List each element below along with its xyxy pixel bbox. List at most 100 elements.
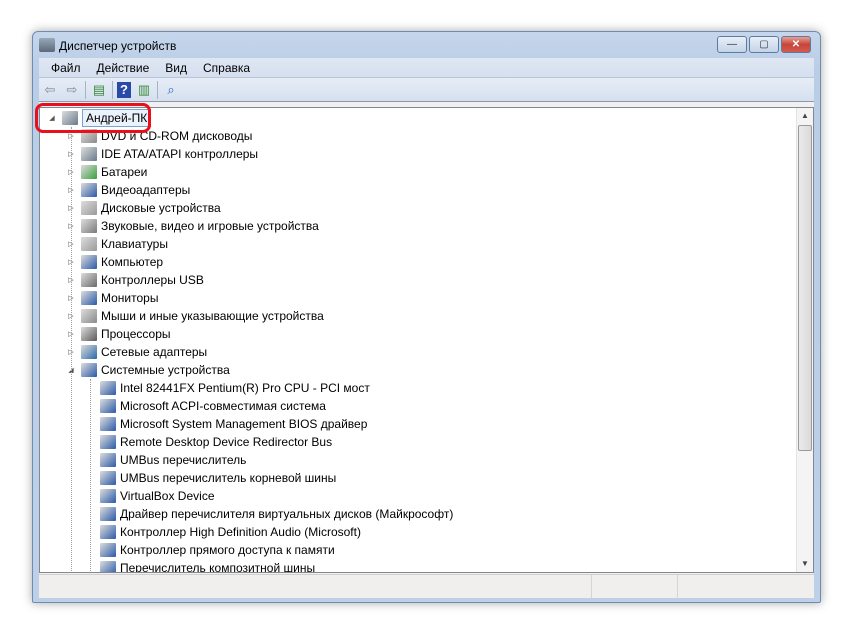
tree-item-label: UMBus перечислитель [120, 453, 247, 467]
ide-controller-icon [81, 147, 97, 161]
back-icon[interactable]: ⇦ [41, 82, 59, 98]
tree-item[interactable]: Контроллер High Definition Audio (Micros… [100, 523, 361, 541]
menu-bar: Файл Действие Вид Справка [39, 58, 814, 78]
tree-item[interactable]: Intel 82441FX Pentium(R) Pro CPU - PCI м… [100, 379, 370, 397]
tree-item-label: UMBus перечислитель корневой шины [120, 471, 337, 485]
tree-item-label: Дисковые устройства [101, 201, 221, 215]
tree-item[interactable]: UMBus перечислитель [100, 451, 246, 469]
tree-item-label: Intel 82441FX Pentium(R) Pro CPU - PCI м… [120, 381, 370, 395]
window-title: Диспетчер устройств [59, 39, 177, 53]
tree-item-label: IDE ATA/ATAPI контроллеры [101, 147, 259, 161]
scan-hardware-icon[interactable]: ⌕ [162, 82, 180, 98]
monitor-icon [81, 291, 97, 305]
toolbar-separator [112, 80, 113, 99]
system-device-icon [100, 471, 116, 485]
tree-item-label: Батареи [101, 165, 148, 179]
disk-drive-icon [81, 201, 97, 215]
forward-icon[interactable]: ⇨ [63, 82, 81, 98]
tree-item-label: Microsoft ACPI-совместимая система [120, 399, 326, 413]
system-device-icon [100, 399, 116, 413]
tree-item[interactable]: ▷ Мониторы [67, 289, 158, 307]
device-tree: ▲ ▼ ◢ Андрей-ПК ▷ DVD и CD-ROM дисководы ▷ ID… [39, 107, 814, 573]
minimize-button[interactable]: — [717, 36, 747, 53]
tree-item-label: Microsoft System Management BIOS драйвер [120, 417, 368, 431]
highlight-annotation [35, 103, 151, 133]
tree-item-label: Мониторы [101, 291, 159, 305]
network-adapter-icon [81, 345, 97, 359]
system-device-icon [81, 363, 97, 377]
tree-item[interactable]: ▷ Клавиатуры [67, 235, 168, 253]
tree-item[interactable]: ▷ Сетевые адаптеры [67, 343, 207, 361]
tree-item[interactable]: Microsoft System Management BIOS драйвер [100, 415, 367, 433]
tree-item[interactable]: ▷ Звуковые, видео и игровые устройства [67, 217, 319, 235]
scrollbar-thumb[interactable] [798, 125, 812, 451]
menu-item[interactable]: Файл [43, 61, 89, 75]
tree-item-label: Компьютер [101, 255, 164, 269]
tree-line [90, 379, 91, 572]
sound-icon [81, 219, 97, 233]
tree-item-label: Системные устройства [101, 363, 230, 377]
system-device-icon [100, 417, 116, 431]
tree-line [71, 127, 72, 572]
system-device-icon [100, 561, 116, 572]
scroll-down-arrow[interactable]: ▼ [797, 556, 813, 572]
menu-item[interactable]: Действие [89, 61, 158, 75]
tree-item-label: Контроллер прямого доступа к памяти [120, 543, 335, 557]
tree-item-label: Мыши и иные указывающие устройства [101, 309, 324, 323]
tree-item[interactable]: ▷ Видеоадаптеры [67, 181, 190, 199]
usb-icon [81, 273, 97, 287]
tree-item-label: VirtualBox Device [120, 489, 215, 503]
system-device-icon [100, 453, 116, 467]
tree-item[interactable]: ▷ Мыши и иные указывающие устройства [67, 307, 324, 325]
tree-item[interactable]: Microsoft ACPI-совместимая система [100, 397, 326, 415]
tree-item-label: Видеоадаптеры [101, 183, 191, 197]
menu-item[interactable]: Справка [195, 61, 258, 75]
computer-icon [81, 255, 97, 269]
help-icon[interactable]: ? [117, 81, 131, 98]
processor-icon [81, 327, 97, 341]
maximize-button[interactable]: ▢ [749, 36, 779, 53]
close-button[interactable]: ✕ [781, 36, 811, 53]
vertical-scrollbar[interactable]: ▲ ▼ [796, 108, 813, 572]
system-device-icon [100, 543, 116, 557]
status-bar [39, 574, 814, 598]
system-device-icon [100, 525, 116, 539]
keyboard-icon [81, 237, 97, 251]
tree-item-label: Драйвер перечислителя виртуальных дисков… [120, 507, 454, 521]
system-device-icon [100, 507, 116, 521]
tree-item[interactable]: Remote Desktop Device Redirector Bus [100, 433, 332, 451]
tree-item[interactable]: ▷ Компьютер [67, 253, 163, 271]
toolbar-separator [157, 80, 158, 99]
tree-item-label: Контроллеры USB [101, 273, 204, 287]
system-device-icon [100, 435, 116, 449]
tree-item-label: Перечислитель композитной шины [120, 561, 316, 573]
tree-item[interactable]: UMBus перечислитель корневой шины [100, 469, 336, 487]
tree-item[interactable]: ▷ Контроллеры USB [67, 271, 204, 289]
show-hide-icon[interactable]: ▥ [135, 82, 153, 98]
system-device-icon [100, 381, 116, 395]
tree-item[interactable]: ▷ IDE ATA/ATAPI контроллеры [67, 145, 258, 163]
tree-item[interactable]: ◢ Системные устройства [67, 361, 230, 379]
tree-item-label: Сетевые адаптеры [101, 345, 208, 359]
scroll-up-arrow[interactable]: ▲ [797, 108, 813, 124]
menu-item[interactable]: Вид [157, 61, 195, 75]
tree-item-label: Процессоры [101, 327, 171, 341]
tree-item[interactable]: ▷ Процессоры [67, 325, 171, 343]
tree-item[interactable]: Контроллер прямого доступа к памяти [100, 541, 335, 559]
mouse-icon [81, 309, 97, 323]
tree-item[interactable]: VirtualBox Device [100, 487, 215, 505]
display-adapter-icon [81, 183, 97, 197]
tree-item-label: Контроллер High Definition Audio (Micros… [120, 525, 361, 539]
tree-item[interactable]: Перечислитель композитной шины [100, 559, 316, 573]
properties-icon[interactable]: ▤ [90, 82, 108, 98]
toolbar: ⇦ ⇨ ▤ ? ▥ ⌕ [39, 78, 814, 102]
device-manager-icon [39, 38, 55, 52]
tree-item[interactable]: ▷ Дисковые устройства [67, 199, 221, 217]
tree-item[interactable]: ▷ Батареи [67, 163, 147, 181]
tree-item-label: Клавиатуры [101, 237, 168, 251]
battery-icon [81, 165, 97, 179]
toolbar-separator [85, 80, 86, 99]
system-device-icon [100, 489, 116, 503]
tree-item-label: Remote Desktop Device Redirector Bus [120, 435, 333, 449]
tree-item[interactable]: Драйвер перечислителя виртуальных дисков… [100, 505, 453, 523]
